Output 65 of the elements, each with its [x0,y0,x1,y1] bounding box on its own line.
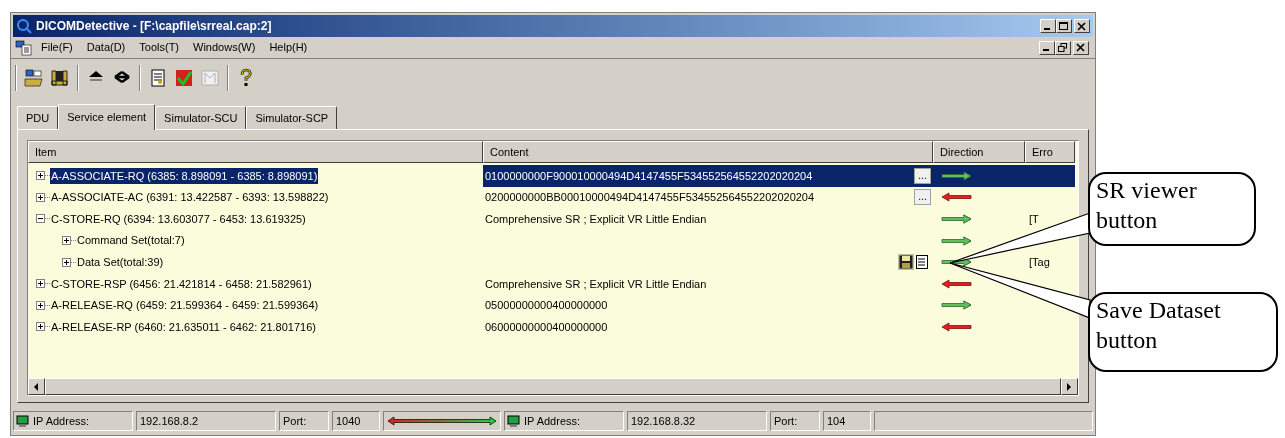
port-number: 1040 [332,411,380,431]
computer-folder-icon[interactable] [24,68,44,88]
callout: SR viewer button [1088,172,1256,246]
menu-item[interactable]: File(F) [35,39,79,56]
detail-button[interactable]: ... [914,167,931,184]
expand-icon[interactable] [62,236,71,246]
menu-item[interactable]: Help(H) [263,39,314,56]
status-label: IP Address: [524,413,581,429]
computer-icon [507,414,520,428]
tree-item[interactable]: A-ASSOCIATE-RQ (6385: 8.898091 - 6385: 8.898091) [50,167,319,185]
content-cell-text: 06000000000400000000 [484,319,609,335]
tree-item[interactable]: A-ASSOCIATE-AC (6391: 13.422587 - 6393: 13.598822) [50,189,330,206]
column-header[interactable]: Erro [1025,141,1075,163]
content-cell-text: Comprehensive SR ; Explicit VR Little Endian [484,211,708,227]
double-arrow-icon [387,416,497,426]
ip-address: 192.168.8.32 [627,411,767,431]
error-cell-text: [T [1029,211,1039,227]
expand-icon[interactable] [36,300,45,310]
status-label: Port: [770,411,820,431]
content-cell-text: 05000000000400000000 [484,298,609,314]
port-number: 104 [823,411,871,431]
computer-icon [16,414,29,428]
scroll-left-icon[interactable] [34,382,39,391]
tree-item[interactable]: A-RELEASE-RQ (6459: 21.599364 - 6459: 21.599364) [50,297,320,314]
tree-item[interactable]: Data Set(total:39) [76,253,165,271]
content-cell-text: 0100000000F900010000494D4147455F534552564552202020204 [484,168,814,184]
callout: Save Dataset button [1088,292,1278,372]
content-cell-text: 0200000000BB00010000494D4147455F534552564552202020204 [484,190,816,206]
detail-button[interactable]: ... [914,189,931,206]
tree-item[interactable]: A-RELEASE-RP (6460: 21.635011 - 6462: 21.801716) [50,318,317,336]
menu-item[interactable]: Tools(T) [133,39,186,56]
collapse-icon[interactable] [36,214,45,224]
menu-item[interactable]: Windows(W) [187,39,262,56]
tab[interactable]: Simulator-SCU [155,106,247,129]
tab[interactable]: PDU [17,106,59,129]
ip-address: 192.168.8.2 [136,411,276,431]
column-header[interactable]: Content [483,141,933,163]
expand-icon[interactable] [36,322,45,332]
menu-item[interactable]: Data(D) [80,39,132,56]
checkmark-tile-icon[interactable] [174,68,194,88]
binder-icon[interactable] [50,68,70,88]
expand-icon[interactable] [62,257,71,267]
horizontal-scrollbar[interactable] [28,378,1078,395]
tree-item[interactable]: Command Set(total:7) [76,232,186,249]
tree-item[interactable]: C-STORE-RSP (6456: 21.421814 - 6458: 21.582961) [50,275,313,292]
tab[interactable]: Service element [58,104,156,130]
content-cell-text: Comprehensive SR ; Explicit VR Little Endian [484,276,708,292]
expand-icon[interactable] [36,171,45,181]
document-window-icon [15,39,33,56]
notepad-icon[interactable] [148,68,168,88]
scroll-right-icon[interactable] [1067,382,1072,391]
tree-item[interactable]: C-STORE-RQ (6394: 13.603077 - 6453: 13.619325) [50,210,307,228]
expand-icon[interactable] [36,279,45,289]
status-label: Port: [279,411,329,431]
sr-viewer-button[interactable] [915,254,931,271]
column-header[interactable]: Direction [933,141,1025,163]
column-header[interactable]: Item [28,141,483,163]
document-icon [916,255,930,270]
expand-icon[interactable] [36,192,45,202]
tab[interactable]: Simulator-SCP [246,106,338,129]
error-cell-text: [Tag [1029,254,1050,270]
app-icon [16,18,32,34]
save-dataset-button[interactable] [898,254,914,271]
window-title: DICOMDetective - [F:\capfile\srreal.cap:2] [36,18,273,35]
status-label: IP Address: [33,413,90,429]
